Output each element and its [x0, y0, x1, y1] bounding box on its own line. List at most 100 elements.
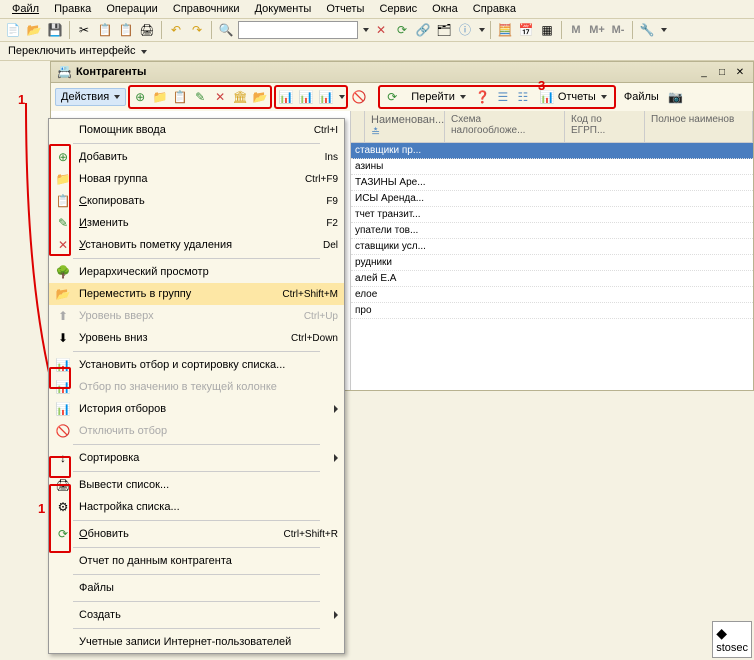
add-icon[interactable]: ⊕ [131, 88, 149, 106]
menu-item-12[interactable]: 📊История отборов [49, 398, 344, 420]
col-marker[interactable] [351, 111, 365, 142]
print-icon[interactable]: 🖨 [138, 21, 156, 39]
filter-col-icon[interactable]: 📊 [297, 88, 315, 106]
redo-icon[interactable]: ↷ [188, 21, 206, 39]
col-fullname[interactable]: Полное наименов [645, 111, 753, 142]
filter-off-icon[interactable]: 🚫 [350, 88, 368, 106]
menu-item-0[interactable]: Помощник вводаCtrl+I [49, 119, 344, 141]
col-egrp[interactable]: Код по ЕГРП... [565, 111, 645, 142]
list1-icon[interactable]: ☰ [494, 88, 512, 106]
filter-set-icon[interactable]: 📊 [277, 88, 295, 106]
window-title-text: Контрагенты [76, 66, 146, 78]
table-row[interactable]: ставщики усл... [351, 239, 753, 255]
calc-icon[interactable]: 🗂 [435, 21, 453, 39]
grid-icon[interactable]: ▦ [538, 21, 556, 39]
menu-label: Установить отбор и сортировку списка... [79, 359, 338, 371]
menu-reports[interactable]: Отчеты [320, 1, 370, 17]
col-name[interactable]: Наименован... ≛ [365, 111, 445, 142]
menu-item-6[interactable]: 🌳Иерархический просмотр [49, 261, 344, 283]
menu-item-4[interactable]: ✎ИзменитьF2 [49, 212, 344, 234]
menu-item-7[interactable]: 📂Переместить в группуCtrl+Shift+M [49, 283, 344, 305]
link-icon[interactable]: 🔗 [414, 21, 432, 39]
separator [211, 21, 212, 39]
menu-item-21[interactable]: Учетные записи Интернет-пользователей [49, 631, 344, 653]
menu-item-18[interactable]: Отчет по данным контрагента [49, 550, 344, 572]
calc2-icon[interactable]: 🧮 [496, 21, 514, 39]
maximize-button[interactable]: □ [715, 65, 729, 79]
menu-item-9[interactable]: ⬇Уровень внизCtrl+Down [49, 327, 344, 349]
table-row[interactable]: ТАЗИНЫ Аре... [351, 175, 753, 191]
list2-icon[interactable]: ☷ [514, 88, 532, 106]
folder-add-icon[interactable]: 📁 [151, 88, 169, 106]
menu-separator [73, 628, 320, 629]
m-plus-button[interactable]: M+ [588, 21, 606, 39]
copy-row-icon[interactable]: 📋 [171, 88, 189, 106]
wrench-icon[interactable]: 🔧 [638, 21, 656, 39]
menu-directories[interactable]: Справочники [167, 1, 246, 17]
menu-documents[interactable]: Документы [249, 1, 318, 17]
undo-icon[interactable]: ↶ [167, 21, 185, 39]
col-tax[interactable]: Схема налогообложе... [445, 111, 565, 142]
search-icon[interactable]: 🔍 [217, 21, 235, 39]
menu-edit[interactable]: Правка [48, 1, 97, 17]
new-doc-icon[interactable]: 📄 [4, 21, 22, 39]
table-row[interactable]: про [351, 303, 753, 319]
table-row[interactable]: тчет транзит... [351, 207, 753, 223]
table-row[interactable]: ИСЫ Аренда... [351, 191, 753, 207]
help-icon[interactable]: ❓ [474, 88, 492, 106]
menu-item-2[interactable]: 📁Новая группаCtrl+F9 [49, 168, 344, 190]
close-button[interactable]: ✕ [733, 65, 747, 79]
minimize-button[interactable]: _ [697, 65, 711, 79]
menu-item-15[interactable]: 🖨Вывести список... [49, 474, 344, 496]
table-row[interactable]: ставщики пр... [351, 143, 753, 159]
wrench-dropdown[interactable] [661, 28, 667, 32]
search-dropdown[interactable] [363, 28, 369, 32]
window-toolbar: Действия ⊕ 📁 📋 ✎ ✕ 🏛 📂 📊 📊 📊 🚫 ⟳ Перейти… [50, 83, 754, 111]
paste-icon[interactable]: 📋 [117, 21, 135, 39]
table-row[interactable]: азины [351, 159, 753, 175]
info-dropdown[interactable] [479, 28, 485, 32]
reports-button[interactable]: 📊 Отчеты [534, 88, 613, 106]
menu-item-5[interactable]: ✕Установить пометку удаленияDel [49, 234, 344, 256]
menu-item-14[interactable]: ↕Сортировка [49, 447, 344, 469]
interface-switch-link[interactable]: Переключить интерфейс [8, 45, 147, 57]
menu-item-16[interactable]: ⚙Настройка списка... [49, 496, 344, 518]
move-group-icon[interactable]: 📂 [251, 88, 269, 106]
menu-item-19[interactable]: Файлы [49, 577, 344, 599]
menu-help[interactable]: Справка [467, 1, 522, 17]
menu-item-1[interactable]: ⊕ДобавитьIns [49, 146, 344, 168]
m-button[interactable]: M [567, 21, 585, 39]
table-row[interactable]: алей Е.А [351, 271, 753, 287]
edit-icon[interactable]: ✎ [191, 88, 209, 106]
table-row[interactable]: рудники [351, 255, 753, 271]
open-icon[interactable]: 📂 [25, 21, 43, 39]
m-minus-button[interactable]: M- [609, 21, 627, 39]
table-row[interactable]: елое [351, 287, 753, 303]
menu-item-3[interactable]: 📋СкопироватьF9 [49, 190, 344, 212]
menu-item-10[interactable]: 📊Установить отбор и сортировку списка... [49, 354, 344, 376]
camera-icon[interactable]: 📷 [667, 88, 685, 106]
menu-label: Отбор по значению в текущей колонке [79, 381, 338, 393]
refresh-icon[interactable]: ⟳ [393, 21, 411, 39]
actions-button[interactable]: Действия [55, 88, 126, 106]
menu-operations[interactable]: Операции [100, 1, 163, 17]
hierarchy-icon[interactable]: 🏛 [231, 88, 249, 106]
save-icon[interactable]: 💾 [46, 21, 64, 39]
menu-item-20[interactable]: Создать [49, 604, 344, 626]
files-button[interactable]: Файлы [618, 88, 665, 106]
calendar-icon[interactable]: 📅 [517, 21, 535, 39]
refresh-button[interactable]: ⟳ [381, 88, 403, 106]
table-row[interactable]: упатели тов... [351, 223, 753, 239]
menu-service[interactable]: Сервис [373, 1, 423, 17]
cut-icon[interactable]: ✂ [75, 21, 93, 39]
search-input[interactable] [238, 21, 358, 39]
filter-hist-icon[interactable]: 📊 [317, 88, 335, 106]
goto-button[interactable]: Перейти [405, 88, 472, 106]
delete-mark-icon[interactable]: ✕ [211, 88, 229, 106]
menu-windows[interactable]: Окна [426, 1, 464, 17]
menu-file[interactable]: Файл [6, 1, 45, 17]
info-icon[interactable]: ⓘ [456, 21, 474, 39]
close-search-icon[interactable]: ✕ [372, 21, 390, 39]
menu-item-17[interactable]: ⟳ОбновитьCtrl+Shift+R [49, 523, 344, 545]
copy-icon[interactable]: 📋 [96, 21, 114, 39]
